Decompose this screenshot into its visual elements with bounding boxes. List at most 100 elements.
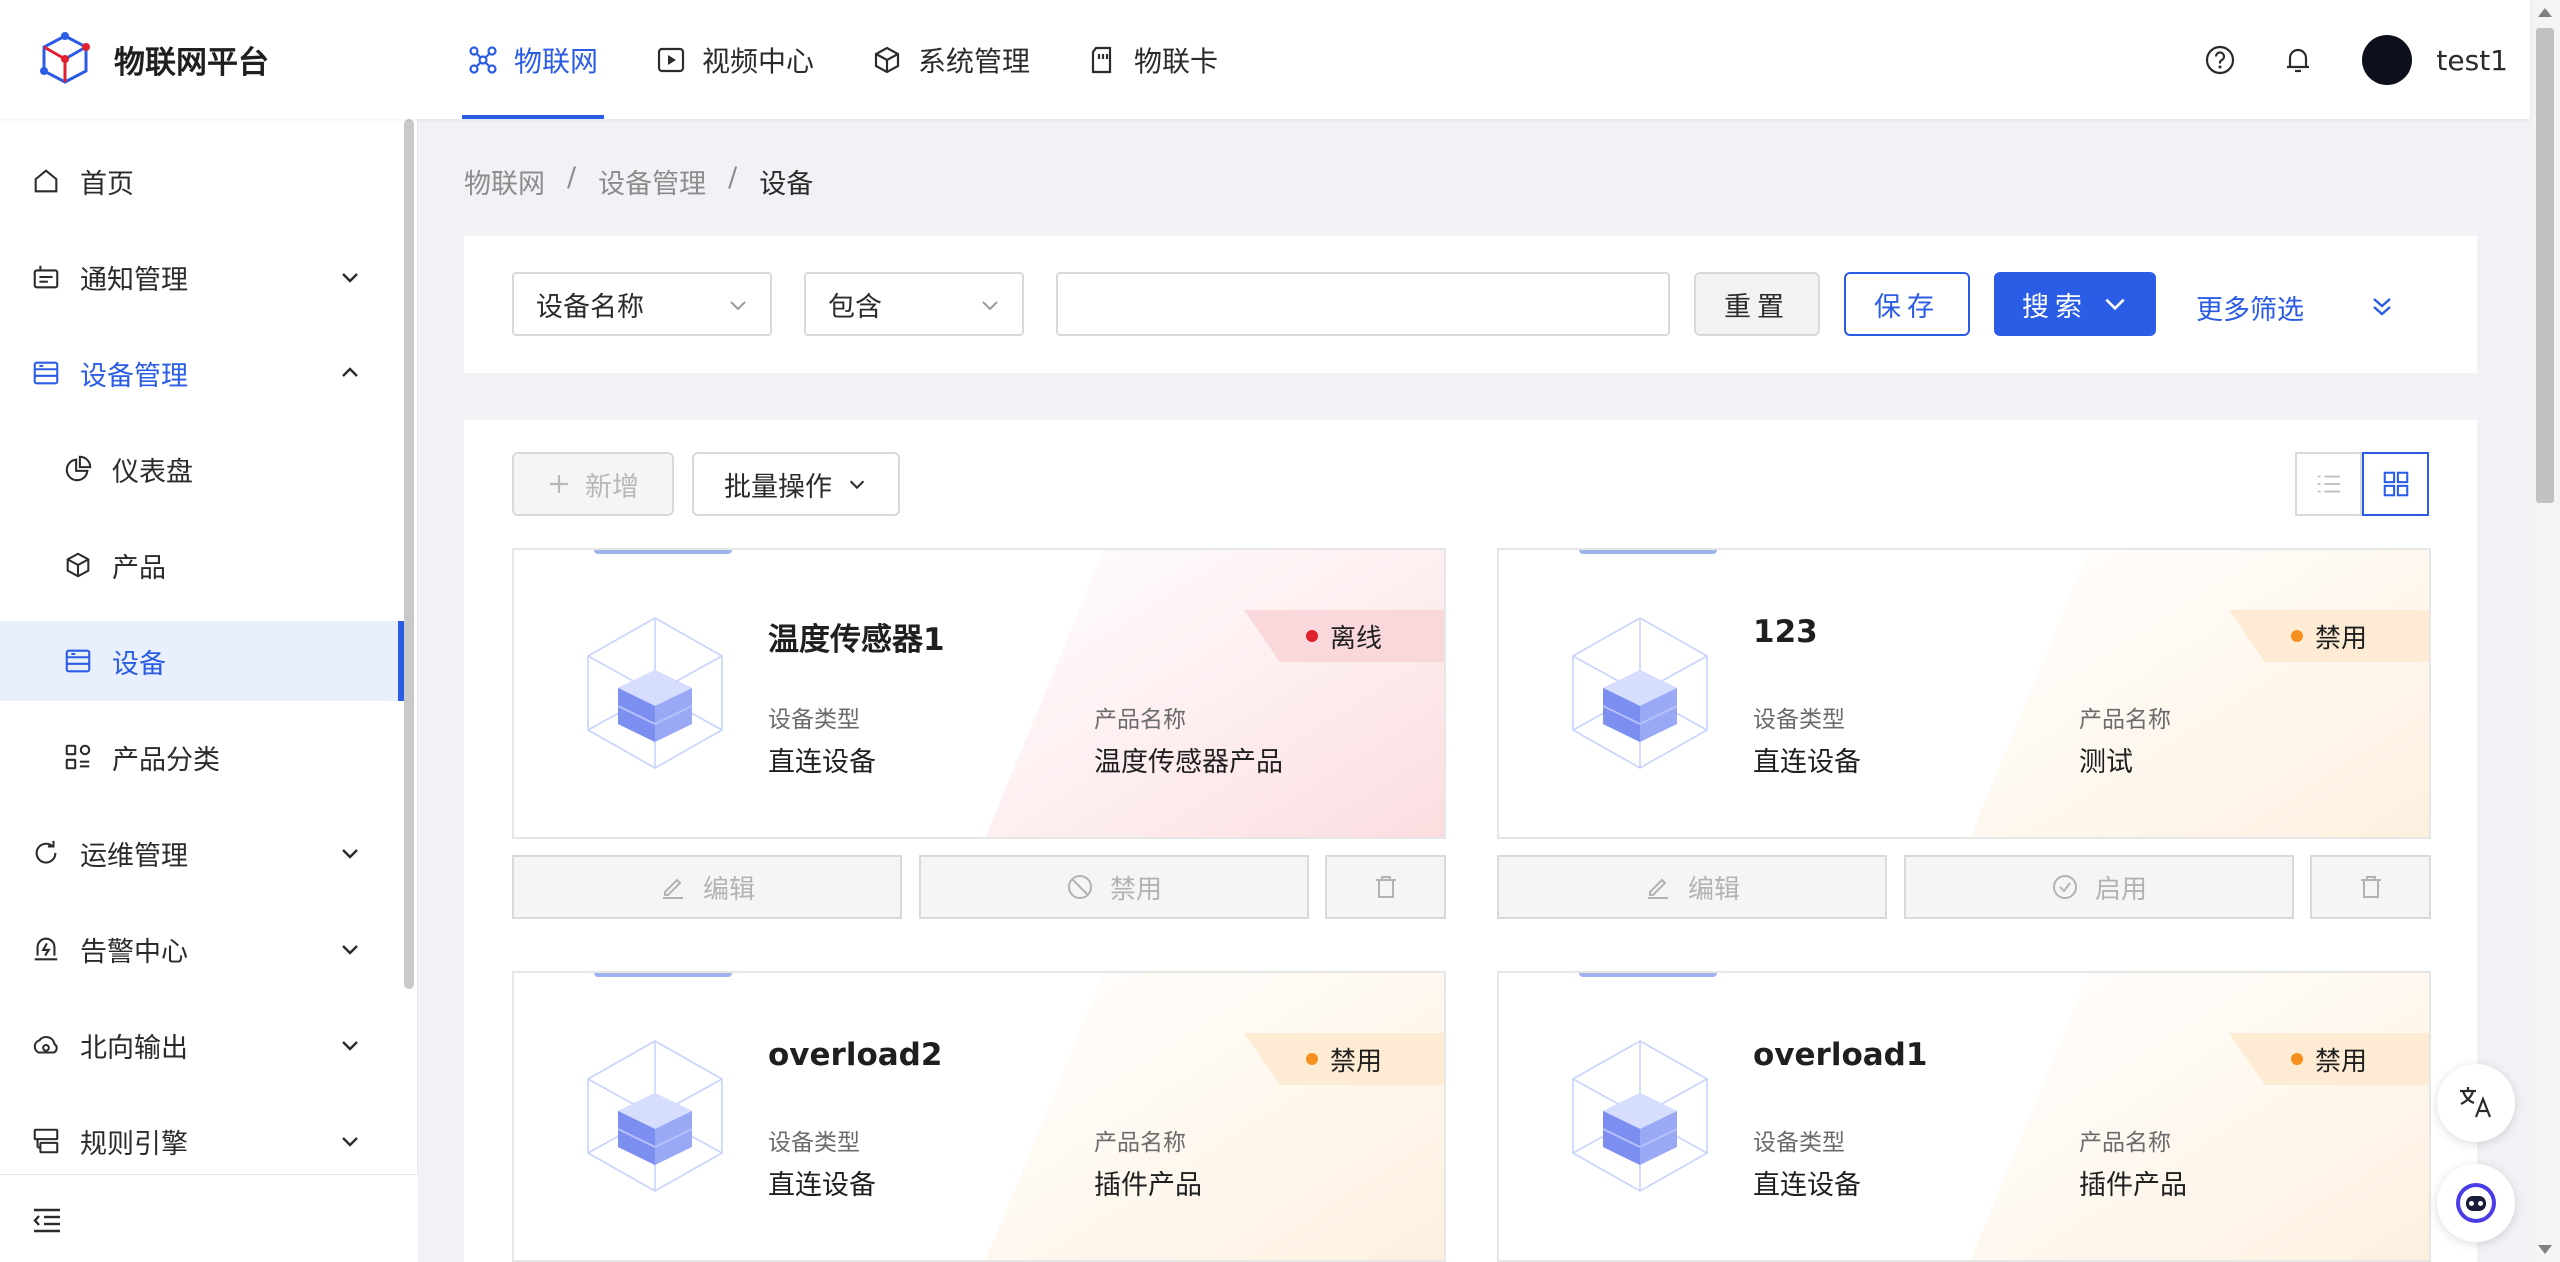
more-filters-link[interactable]: 更多筛选 [2196, 288, 2304, 327]
status-dot [2290, 1053, 2303, 1065]
breadcrumb: 物联网 / 设备管理 / 设备 [464, 162, 813, 201]
sidebar-item-product-category[interactable]: 产品分类 [0, 717, 404, 797]
edit-button[interactable]: 编辑 [512, 855, 902, 919]
sidebar-item-home[interactable]: 首页 [0, 141, 404, 221]
enable-button[interactable]: 启用 [1904, 855, 2294, 919]
device-type-label: 设备类型 [768, 1130, 860, 1156]
list-icon [2317, 475, 2340, 493]
batch-actions-label: 批量操作 [724, 471, 832, 503]
menu-collapse-icon[interactable] [30, 1203, 64, 1237]
tab-video[interactable]: 视频中心 [650, 0, 820, 119]
edit-button-label: 编辑 [1687, 874, 1740, 905]
device-type-value: 直连设备 [768, 747, 876, 778]
save-button[interactable]: 保存 [1844, 272, 1970, 336]
edit-pen-icon [662, 878, 683, 899]
field-select[interactable]: 设备名称 [512, 272, 772, 336]
notification-icon [30, 261, 62, 293]
breadcrumb-separator: / [567, 162, 577, 193]
translate-button[interactable] [2437, 1064, 2515, 1142]
filter-value-input[interactable] [1056, 272, 1670, 336]
alarm-icon [30, 933, 62, 965]
disable-button[interactable]: 禁用 [919, 855, 1309, 919]
device-type-label: 设备类型 [768, 707, 860, 733]
breadcrumb-current: 设备 [759, 169, 814, 200]
tab-system[interactable]: 系统管理 [866, 0, 1036, 119]
list-view-button[interactable] [2295, 452, 2362, 516]
cube-logo-icon [40, 32, 90, 84]
device-cube-icon [1572, 617, 1708, 769]
card-view-button[interactable] [2362, 452, 2429, 516]
chevron-down-icon [849, 480, 865, 490]
grid-icon [2383, 471, 2408, 497]
search-button[interactable]: 搜索 [1994, 272, 2156, 336]
status-dot [1305, 630, 1318, 642]
device-type-label: 设备类型 [1753, 1130, 1845, 1156]
user-avatar[interactable] [2362, 35, 2413, 85]
bell-icon[interactable] [2278, 40, 2318, 80]
edit-button[interactable]: 编辑 [1497, 855, 1887, 919]
sidebar-item-product[interactable]: 产品 [0, 525, 404, 605]
reset-button[interactable]: 重置 [1694, 272, 1820, 336]
sidebar-item-rule-engine[interactable]: 规则引擎 [0, 1101, 404, 1181]
device-card[interactable]: 温度传感器1 离线 设备类型 直连设备 产品名称 温度传感器产品 [512, 548, 1446, 839]
sidebar-item-label: 仪表盘 [112, 456, 193, 488]
add-button[interactable]: 新增 [512, 452, 674, 516]
scrollbar-thumb[interactable] [2536, 28, 2554, 503]
sidebar-item-alarm[interactable]: 告警中心 [0, 909, 404, 989]
sidebar-item-ops[interactable]: 运维管理 [0, 813, 404, 893]
device-cube-icon [587, 1040, 723, 1192]
delete-button[interactable] [1325, 855, 1446, 919]
app-logo[interactable]: 物联网平台 [36, 30, 269, 88]
product-name-value: 插件产品 [2079, 1170, 2187, 1201]
help-icon[interactable] [2200, 40, 2240, 80]
product-name-label: 产品名称 [2079, 707, 2171, 733]
device-card[interactable]: overload2 禁用 设备类型 直连设备 产品名称 插件产品 [512, 971, 1446, 1262]
double-chevron-down-icon[interactable] [2368, 292, 2396, 320]
top-nav: 物联网 视频中心 系统管理 物联卡 [462, 0, 1270, 119]
sidebar-item-label: 告警中心 [80, 936, 188, 968]
product-cube-icon [62, 549, 94, 581]
check-circle-icon [2052, 875, 2077, 899]
trash-icon [1375, 876, 1396, 898]
app-title: 物联网平台 [114, 44, 269, 81]
operator-select-value: 包含 [828, 291, 882, 323]
batch-actions-button[interactable]: 批量操作 [692, 452, 900, 516]
chat-assistant-button[interactable] [2437, 1164, 2515, 1242]
sidebar-item-dashboard[interactable]: 仪表盘 [0, 429, 404, 509]
sidebar: 首页 通知管理 设备管理 仪表盘 产品 设备 产品分类 运维管理 告警中心 北向… [0, 119, 418, 1262]
edit-pen-icon [1647, 878, 1668, 899]
device-type-value: 直连设备 [1753, 1170, 1861, 1201]
operator-select[interactable]: 包含 [804, 272, 1024, 336]
dashboard-pie-icon [62, 453, 94, 485]
chevron-down-icon [342, 849, 358, 859]
scroll-down-arrow[interactable] [2538, 1245, 2552, 1254]
sim-card-icon [1091, 46, 1112, 73]
breadcrumb-item[interactable]: 物联网 [464, 162, 545, 201]
sidebar-item-device-management[interactable]: 设备管理 [0, 333, 404, 413]
tab-iot[interactable]: 物联网 [462, 0, 605, 119]
sidebar-scrollbar[interactable] [404, 119, 414, 989]
breadcrumb-item[interactable]: 设备管理 [598, 162, 706, 201]
user-name[interactable]: test1 [2436, 44, 2508, 77]
chevron-down-icon [2105, 298, 2125, 311]
scroll-up-arrow[interactable] [2538, 8, 2552, 17]
device-card[interactable]: overload1 禁用 设备类型 直连设备 产品名称 插件产品 [1497, 971, 2431, 1262]
breadcrumb-separator: / [728, 162, 738, 193]
page-scrollbar[interactable] [2530, 0, 2560, 1262]
sidebar-item-label: 运维管理 [80, 840, 188, 872]
device-card[interactable]: 123 禁用 设备类型 直连设备 产品名称 测试 [1497, 548, 2431, 839]
sidebar-item-notifications[interactable]: 通知管理 [0, 237, 404, 317]
delete-button[interactable] [2310, 855, 2431, 919]
sidebar-item-device[interactable]: 设备 [0, 621, 404, 701]
add-button-label: 新增 [585, 471, 639, 503]
status-text: 禁用 [1329, 1046, 1382, 1077]
card-background-glow [1970, 550, 2429, 837]
tab-label: 视频中心 [702, 44, 815, 78]
home-icon [30, 165, 62, 197]
sidebar-item-northbound[interactable]: 北向输出 [0, 1005, 404, 1085]
status-text: 禁用 [2314, 623, 2367, 654]
tab-label: 系统管理 [918, 44, 1031, 78]
tab-sim-card[interactable]: 物联卡 [1082, 0, 1224, 119]
rule-engine-icon [30, 1125, 62, 1157]
chevron-up-icon [342, 367, 358, 377]
